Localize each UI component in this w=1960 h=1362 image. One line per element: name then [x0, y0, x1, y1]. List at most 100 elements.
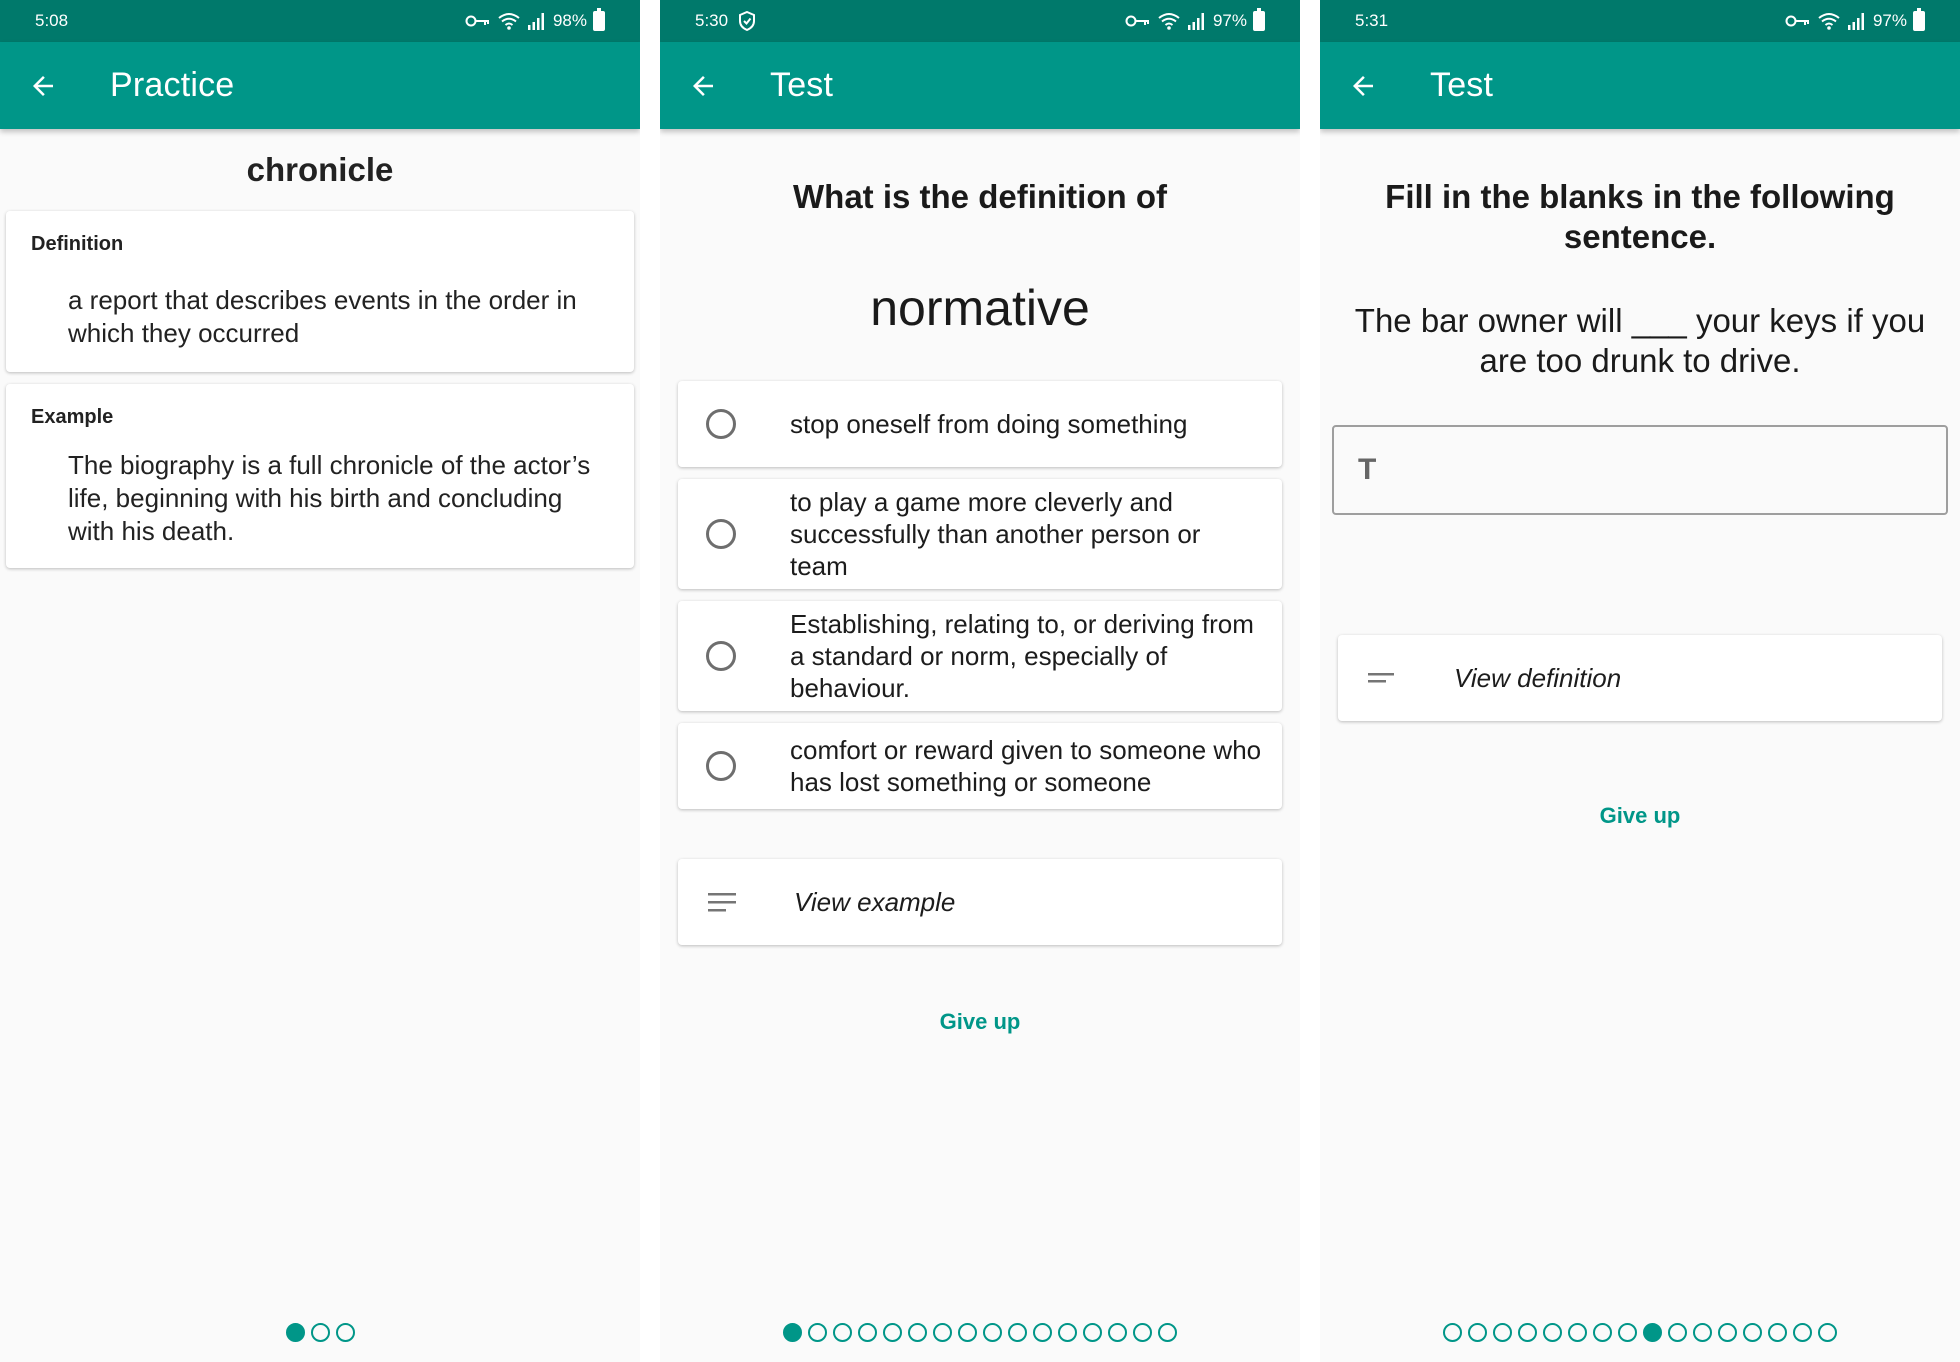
view-definition-button[interactable]: View definition: [1338, 635, 1942, 721]
status-time-group: 5:30: [695, 11, 756, 31]
definition-text: a report that describes events in the or…: [68, 285, 577, 348]
text-field-icon: T: [1358, 453, 1377, 486]
battery-percent: 97%: [1212, 11, 1247, 30]
signal-icon: [527, 13, 544, 30]
page-indicator: [0, 1323, 640, 1342]
battery-icon: [1253, 8, 1265, 31]
vpn-key-icon: [1125, 15, 1149, 27]
option-text: to play a game more cleverly and success…: [790, 487, 1201, 581]
page-dot[interactable]: [958, 1323, 977, 1342]
option-text: comfort or reward given to someone who h…: [790, 735, 1262, 797]
page-indicator: [1320, 1323, 1960, 1342]
page-dot[interactable]: [808, 1323, 827, 1342]
page-dot[interactable]: [1493, 1323, 1512, 1342]
signal-icon: [1847, 13, 1864, 30]
answer-option[interactable]: Establishing, relating to, or deriving f…: [678, 601, 1282, 711]
page-dot[interactable]: [1593, 1323, 1612, 1342]
arrow-back-icon: [693, 75, 713, 96]
example-label: Example: [31, 406, 114, 428]
blank-sentence: The bar owner will ___ your keys if you …: [1354, 302, 1926, 379]
status-time: 5:31: [1355, 11, 1389, 30]
page-title: Practice: [110, 66, 235, 104]
give-up-button[interactable]: Give up: [660, 1009, 1300, 1035]
page-dot[interactable]: [1668, 1323, 1687, 1342]
page-dot[interactable]: [983, 1323, 1002, 1342]
question-text: Fill in the blanks in the following sent…: [1385, 178, 1895, 255]
example-card: Example The biography is a full chronicl…: [6, 384, 634, 568]
page-dot[interactable]: [1693, 1323, 1712, 1342]
vpn-key-icon: [465, 15, 489, 27]
wifi-icon: [498, 13, 520, 30]
page-dot[interactable]: [1568, 1323, 1587, 1342]
page-dot[interactable]: [883, 1323, 902, 1342]
page-dot[interactable]: [1443, 1323, 1462, 1342]
status-time: 5:08: [35, 11, 69, 30]
radio-button[interactable]: [706, 641, 736, 671]
page-dot[interactable]: [310, 1323, 330, 1342]
view-definition-label: View definition: [1454, 662, 1622, 693]
status-time: 5:30: [695, 11, 729, 30]
answer-options: stop oneself from doing something to pla…: [660, 381, 1300, 809]
option-text: stop oneself from doing something: [790, 409, 1188, 439]
view-example-label: View example: [794, 886, 956, 917]
page-dot-active[interactable]: [1643, 1323, 1662, 1342]
give-up-button[interactable]: Give up: [1320, 803, 1960, 829]
page-title: Test: [1430, 66, 1494, 104]
page-dot[interactable]: [833, 1323, 852, 1342]
app-bar: Test: [660, 42, 1300, 129]
battery-percent: 98%: [552, 11, 587, 30]
radio-button[interactable]: [706, 751, 736, 781]
app-bar: Test: [1320, 42, 1960, 129]
page-indicator: [660, 1323, 1300, 1342]
test-definition-screen: 5:30 97% Test What is the definition of …: [660, 0, 1300, 1362]
page-dot-active[interactable]: [783, 1323, 802, 1342]
page-dot[interactable]: [1468, 1323, 1487, 1342]
shield-icon: [739, 11, 756, 31]
answer-input[interactable]: T: [1332, 425, 1948, 515]
view-example-button[interactable]: View example: [678, 859, 1282, 945]
battery-percent: 97%: [1872, 11, 1907, 30]
page-dot[interactable]: [1083, 1323, 1102, 1342]
answer-option[interactable]: comfort or reward given to someone who h…: [678, 723, 1282, 809]
page-dot[interactable]: [1133, 1323, 1152, 1342]
page-dot[interactable]: [1793, 1323, 1812, 1342]
example-text: The biography is a full chronicle of the…: [68, 450, 591, 546]
radio-button[interactable]: [706, 409, 736, 439]
page-dot[interactable]: [1768, 1323, 1787, 1342]
page-dot[interactable]: [1518, 1323, 1537, 1342]
page-dot[interactable]: [933, 1323, 952, 1342]
page-dot-active[interactable]: [285, 1323, 305, 1342]
answer-option[interactable]: to play a game more cleverly and success…: [678, 479, 1282, 589]
battery-icon: [1913, 8, 1925, 31]
page-dot[interactable]: [1158, 1323, 1177, 1342]
definition-label: Definition: [31, 233, 124, 255]
status-bar: 5:08 98%: [0, 0, 640, 42]
page-dot[interactable]: [858, 1323, 877, 1342]
page-dot[interactable]: [908, 1323, 927, 1342]
back-button[interactable]: [680, 63, 726, 109]
back-button[interactable]: [20, 63, 66, 109]
signal-icon: [1187, 13, 1204, 30]
page-dot[interactable]: [1108, 1323, 1127, 1342]
arrow-back-icon: [33, 75, 53, 96]
page-dot[interactable]: [1818, 1323, 1837, 1342]
practice-screen: 5:08 98% Practice chronicle Definition a…: [0, 0, 640, 1362]
page-dot[interactable]: [1618, 1323, 1637, 1342]
page-dot[interactable]: [1033, 1323, 1052, 1342]
question-text: What is the definition of: [793, 178, 1167, 215]
page-dot[interactable]: [1008, 1323, 1027, 1342]
page-dot[interactable]: [335, 1323, 355, 1342]
answer-option[interactable]: stop oneself from doing something: [678, 381, 1282, 467]
wifi-icon: [1158, 13, 1180, 30]
notes-icon: [708, 893, 736, 912]
page-dot[interactable]: [1718, 1323, 1737, 1342]
definition-card: Definition a report that describes event…: [6, 211, 634, 372]
radio-button[interactable]: [706, 519, 736, 549]
status-bar: 5:31 97%: [1320, 0, 1960, 42]
back-button[interactable]: [1340, 63, 1386, 109]
question-term: normative: [870, 280, 1090, 336]
page-dot[interactable]: [1543, 1323, 1562, 1342]
page-dot[interactable]: [1743, 1323, 1762, 1342]
page-dot[interactable]: [1058, 1323, 1077, 1342]
vpn-key-icon: [1785, 15, 1809, 27]
